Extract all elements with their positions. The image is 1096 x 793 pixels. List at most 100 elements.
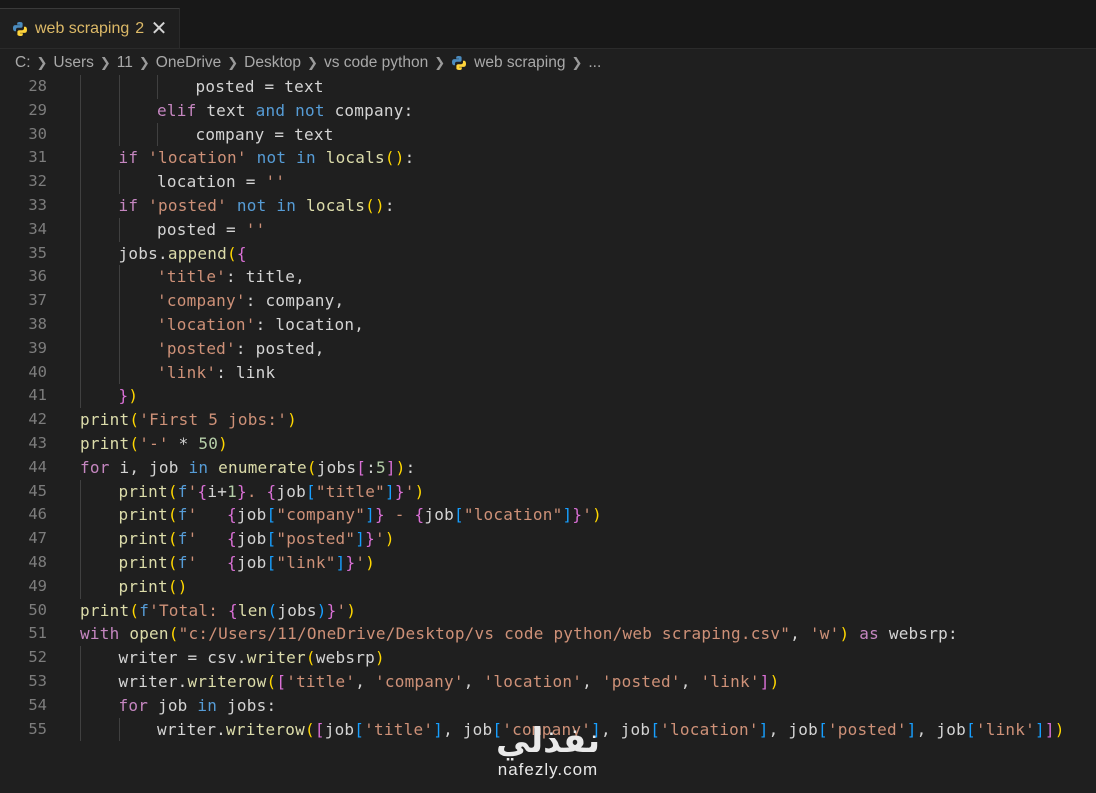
breadcrumb-item-desktop[interactable]: Desktop bbox=[244, 54, 301, 72]
line-number: 55 bbox=[28, 719, 47, 738]
code-line[interactable]: 51 with open("c:/Users/11/OneDrive/Deskto… bbox=[0, 622, 1096, 646]
code-token: f bbox=[139, 600, 150, 620]
chevron-right-icon: ❯ bbox=[99, 55, 111, 71]
code-token: ' bbox=[187, 529, 228, 549]
code-text: for i, job in enumerate(jobs[:5]): bbox=[80, 456, 415, 480]
code-line[interactable]: 42 print('First 5 jobs:') bbox=[0, 408, 1096, 432]
code-token: ] bbox=[385, 457, 396, 477]
code-line[interactable]: 43 print('-' * 50) bbox=[0, 432, 1096, 456]
code-line[interactable]: 50 print(f'Total: {len(jobs)}') bbox=[0, 599, 1096, 623]
code-line[interactable]: 36 'title': title, bbox=[0, 265, 1096, 290]
code-token: : bbox=[384, 196, 395, 215]
code-token: 'company' bbox=[374, 672, 464, 691]
code-line[interactable]: 30 company = text bbox=[0, 122, 1096, 147]
breadcrumb-item-users[interactable]: Users bbox=[53, 54, 93, 72]
code-text: 'posted': posted, bbox=[157, 337, 325, 361]
code-line[interactable]: 41}) bbox=[0, 384, 1096, 409]
indent-guide bbox=[80, 265, 81, 290]
code-line[interactable]: 31 if 'location' not in locals(): bbox=[0, 146, 1096, 171]
code-text: print(f' {job["company"]} - {job["locati… bbox=[119, 503, 602, 527]
indent-guide bbox=[118, 170, 120, 194]
code-line[interactable]: 54 for job in jobs: bbox=[0, 693, 1096, 718]
code-token: 1 bbox=[227, 481, 237, 501]
code-editor[interactable]: 28 posted = text 29 elif text and not compa… bbox=[0, 75, 1096, 793]
chevron-right-icon: ❯ bbox=[571, 55, 583, 71]
code-token: ] bbox=[335, 553, 346, 572]
code-line[interactable]: 55 writer.writerow([job['title'], job['co… bbox=[0, 717, 1096, 742]
line-number: 36 bbox=[28, 267, 47, 286]
code-token: f bbox=[177, 553, 188, 572]
code-token: : link bbox=[216, 362, 276, 382]
code-line[interactable]: 44 for i, job in enumerate(jobs[:5]): bbox=[0, 456, 1096, 480]
code-text: print(f'{i+1}. {job["title"]}') bbox=[119, 480, 425, 504]
code-text: print(f' {job["link"]}') bbox=[119, 551, 376, 575]
indent-guide bbox=[80, 122, 81, 147]
breadcrumb-item-11[interactable]: 11 bbox=[117, 54, 133, 72]
code-token: : bbox=[366, 457, 376, 477]
code-line[interactable]: 47 print(f' {job["posted"]}') bbox=[0, 527, 1096, 551]
code-token: } bbox=[118, 386, 129, 406]
code-token: ) bbox=[839, 624, 850, 644]
code-token: '-' bbox=[139, 434, 169, 453]
code-token: ] bbox=[384, 481, 395, 501]
code-token: ( bbox=[304, 719, 315, 739]
code-token: i, job bbox=[109, 457, 189, 477]
indent-guide bbox=[118, 122, 120, 147]
code-token: posted = text bbox=[195, 77, 324, 96]
code-line[interactable]: 49 print() bbox=[0, 574, 1096, 599]
code-line[interactable]: 53 writer.writerow(['title', 'company', '… bbox=[0, 670, 1096, 694]
code-line[interactable]: 32 location = '' bbox=[0, 170, 1096, 194]
code-token: writer. bbox=[157, 719, 227, 739]
breadcrumb-item-file[interactable]: web scraping bbox=[451, 54, 565, 72]
code-token: [ bbox=[650, 719, 661, 739]
code-line[interactable]: 40 'link': link bbox=[0, 360, 1096, 385]
code-line[interactable]: 33 if 'posted' not in locals(): bbox=[0, 194, 1096, 218]
code-line[interactable]: 37 'company': company, bbox=[0, 289, 1096, 313]
code-token: { bbox=[227, 529, 237, 549]
code-token: } bbox=[365, 529, 376, 549]
line-number: 30 bbox=[28, 124, 47, 143]
chevron-right-icon: ❯ bbox=[434, 55, 446, 71]
code-line[interactable]: 46 print(f' {job["company"]} - {job["loca… bbox=[0, 503, 1096, 528]
code-line[interactable]: 38 'location': location, bbox=[0, 313, 1096, 337]
indent-guide bbox=[80, 194, 81, 218]
code-token: 'posted' bbox=[827, 719, 907, 739]
code-line[interactable]: 48 print(f' {job["link"]}') bbox=[0, 551, 1096, 575]
breadcrumb-item-onedrive[interactable]: OneDrive bbox=[156, 54, 221, 72]
breadcrumb-item-symbols[interactable]: ... bbox=[588, 54, 601, 72]
code-line[interactable]: 28 posted = text bbox=[0, 75, 1096, 99]
code-token: elif bbox=[157, 100, 197, 120]
code-text: print('-' * 50) bbox=[80, 432, 228, 456]
indent-guide bbox=[80, 646, 81, 670]
code-token: and bbox=[255, 100, 286, 120]
code-token: posted = bbox=[157, 219, 246, 239]
code-token: ( bbox=[167, 481, 178, 501]
tab-web-scraping[interactable]: web scraping 2 ✕ bbox=[0, 8, 180, 48]
python-icon bbox=[12, 21, 28, 37]
indent-guide bbox=[118, 313, 120, 337]
code-text: posted = text bbox=[196, 75, 324, 99]
code-token: 'w' bbox=[809, 624, 840, 644]
line-number: 42 bbox=[28, 410, 47, 429]
code-token: f bbox=[177, 529, 188, 549]
code-token: [ bbox=[266, 529, 277, 549]
code-token: writer = bbox=[118, 648, 208, 668]
code-token: websrp bbox=[315, 648, 375, 668]
close-icon[interactable]: ✕ bbox=[149, 18, 169, 38]
code-line[interactable]: 35 jobs.append({ bbox=[0, 241, 1096, 266]
code-line[interactable]: 52 writer = csv.writer(websrp) bbox=[0, 646, 1096, 670]
code-line[interactable]: 34 posted = '' bbox=[0, 217, 1096, 242]
breadcrumb-item-drive[interactable]: C: bbox=[15, 54, 31, 72]
code-token: not bbox=[256, 148, 287, 168]
code-token: , bbox=[790, 624, 810, 644]
indent-guide bbox=[80, 75, 81, 99]
code-line[interactable]: 39 'posted': posted, bbox=[0, 336, 1096, 361]
code-line[interactable]: 29 elif text and not company: bbox=[0, 98, 1096, 123]
breadcrumb-item-vs-code-python[interactable]: vs code python bbox=[324, 54, 428, 72]
code-token: ( bbox=[129, 410, 140, 430]
code-line[interactable]: 45 print(f'{i+1}. {job["title"]}') bbox=[0, 479, 1096, 504]
code-token: if bbox=[118, 196, 139, 215]
code-token: 'company' bbox=[502, 719, 592, 739]
code-token: 'link' bbox=[157, 362, 217, 382]
